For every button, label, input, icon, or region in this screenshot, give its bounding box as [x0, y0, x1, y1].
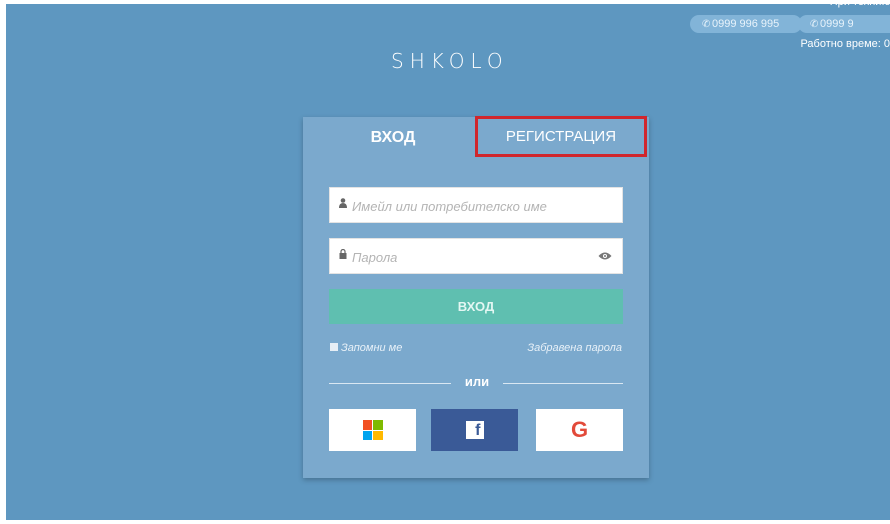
user-icon	[339, 198, 347, 211]
phone-number-2: 0999 9	[820, 18, 854, 30]
login-card: ВХОД РЕГИСТРАЦИЯ ВХОД Запомни ме Забраве…	[303, 116, 649, 478]
or-separator: или	[464, 374, 490, 389]
divider-right	[503, 383, 623, 384]
divider-left	[329, 383, 451, 384]
password-input[interactable]	[350, 245, 604, 269]
tab-register[interactable]: РЕГИСТРАЦИЯ	[475, 116, 647, 157]
google-icon: G	[570, 417, 589, 442]
login-button[interactable]: ВХОД	[329, 289, 623, 324]
phone-icon: ✆	[702, 19, 711, 30]
google-login-button[interactable]: G	[536, 409, 623, 451]
shkolo-logo: SHKOLO	[391, 49, 509, 73]
work-hours: Работно време: 0	[800, 38, 890, 50]
facebook-login-button[interactable]: f	[431, 409, 518, 451]
phone-number-1: 0999 996 995	[712, 18, 780, 30]
header-contacts: При техни.с ✆ 0999 996 995 ✆ 0999 9 Работн…	[690, 0, 890, 60]
phone-icon: ✆	[810, 19, 819, 30]
tab-login[interactable]: ВХОД	[323, 117, 463, 159]
remember-label: Запомни ме	[341, 342, 403, 354]
phone-button-2[interactable]: ✆ 0999 9	[798, 15, 890, 33]
phone-button-1[interactable]: ✆ 0999 996 995	[690, 15, 802, 33]
password-field[interactable]	[329, 238, 623, 274]
remember-me[interactable]: Запомни ме	[330, 342, 402, 354]
email-field[interactable]	[329, 187, 623, 223]
email-input[interactable]	[350, 194, 604, 218]
microsoft-icon	[362, 420, 383, 440]
help-text: При техни.с	[829, 0, 890, 8]
forgot-password-link[interactable]: Забравена парола	[527, 342, 622, 354]
remember-checkbox[interactable]	[330, 343, 338, 351]
facebook-icon: f	[465, 421, 484, 439]
lock-icon	[339, 248, 347, 262]
microsoft-login-button[interactable]	[329, 409, 416, 451]
eye-icon[interactable]	[598, 248, 612, 260]
